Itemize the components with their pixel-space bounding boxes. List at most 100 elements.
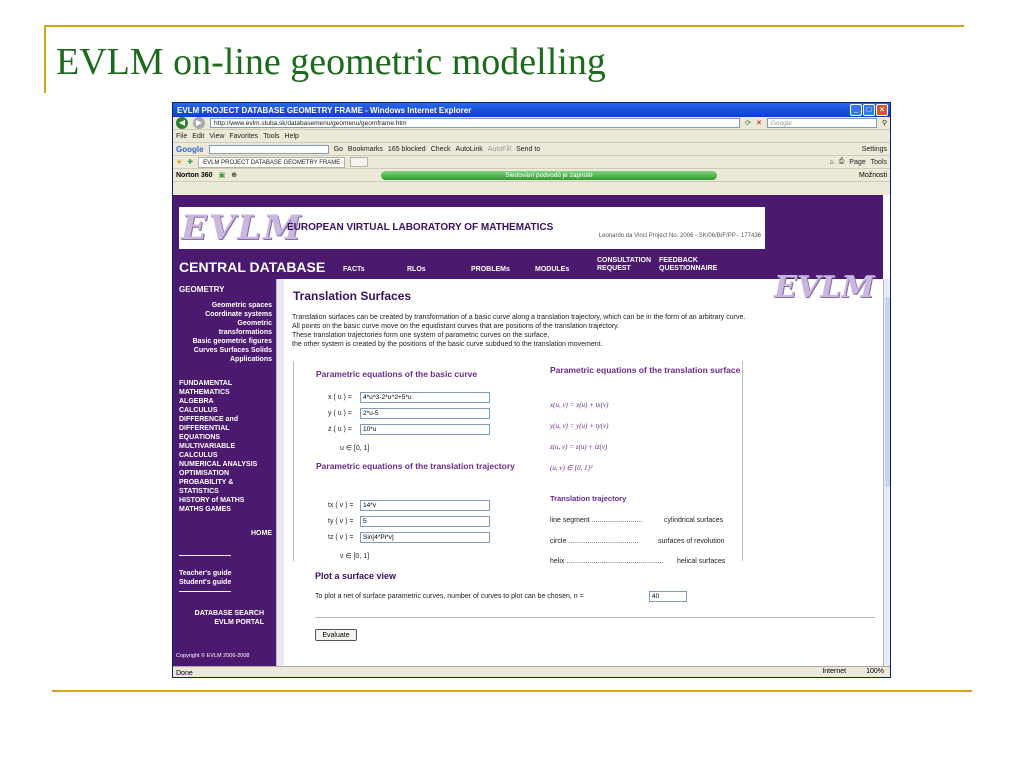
google-toolbar: Google Go Bookmarks 165 blocked Check Au…: [173, 143, 890, 156]
google-settings[interactable]: Settings: [862, 146, 887, 153]
evlm-logo-small: EVLM: [774, 270, 875, 305]
status-bar: Done Internet 100%: [173, 666, 890, 677]
menu-file[interactable]: File: [176, 133, 187, 140]
sidebar-item-geometric-spaces[interactable]: Geometric spaces: [212, 301, 272, 310]
back-icon[interactable]: ◀: [176, 117, 188, 129]
norton-label[interactable]: Norton 360: [176, 172, 213, 179]
students-guide-link[interactable]: Student's guide: [179, 578, 231, 587]
sidebar-item-algebra[interactable]: ALGEBRA: [179, 397, 214, 406]
google-go[interactable]: Go: [334, 146, 343, 153]
sidebar-item-coordinate-systems[interactable]: Coordinate systems: [205, 310, 272, 319]
evaluate-button[interactable]: Evaluate: [315, 629, 357, 641]
traj-row-right: cylindrical surfaces: [664, 517, 724, 524]
refresh-icon[interactable]: ⟳: [745, 119, 751, 127]
sidebar-item-multivariable[interactable]: MULTIVARIABLE CALCULUS: [179, 442, 249, 460]
stop-icon[interactable]: ✕: [756, 119, 762, 127]
maximize-button[interactable]: □: [863, 104, 875, 116]
menu-favorites[interactable]: Favorites: [229, 133, 258, 140]
evlm-logo[interactable]: EVLM: [181, 209, 301, 247]
google-search-input[interactable]: [208, 144, 329, 154]
google-blocked[interactable]: 165 blocked: [388, 146, 426, 153]
sidebar-item-history[interactable]: HISTORY of MATHS: [179, 496, 244, 505]
x-input[interactable]: 4*u^3-2*u^2+5*u: [360, 392, 490, 403]
print-icon[interactable]: ⎙: [839, 158, 845, 166]
google-logo[interactable]: Google: [176, 145, 204, 154]
menu-tools[interactable]: Tools: [263, 133, 279, 140]
nav-rlos[interactable]: RLOs: [407, 257, 471, 273]
sidebar-item-basic-figures[interactable]: Basic geometric figures: [193, 337, 272, 346]
search-input[interactable]: Google: [766, 118, 877, 128]
top-rule: [44, 25, 964, 27]
norton-status[interactable]: Sledování podvodů je zapnuté: [381, 171, 717, 180]
database-search-link[interactable]: DATABASE SEARCH: [195, 609, 264, 618]
teachers-guide-link[interactable]: Teacher's guide: [179, 569, 232, 578]
window-titlebar[interactable]: EVLM PROJECT DATABASE GEOMETRY FRAME - W…: [173, 103, 890, 117]
plot-description: To plot a net of surface parametric curv…: [315, 593, 584, 600]
nav-feedback[interactable]: FEEDBACK QUESTIONNAIRE: [659, 257, 733, 273]
scroll-thumb[interactable]: [885, 297, 890, 487]
sidebar-item-applications[interactable]: Applications: [230, 355, 272, 364]
sidebar-title[interactable]: GEOMETRY: [179, 285, 224, 294]
norton-options[interactable]: Možnosti: [859, 172, 887, 179]
sidebar: GEOMETRY Geometric spaces Coordinate sys…: [173, 279, 276, 666]
globe-icon[interactable]: ⊕: [231, 171, 237, 179]
menu-edit[interactable]: Edit: [192, 133, 204, 140]
google-autolink[interactable]: AutoLink: [456, 146, 483, 153]
z-label: z ( u ) =: [328, 426, 352, 433]
tab-evlm[interactable]: EVLM PROJECT DATABASE GEOMETRY FRAME: [198, 156, 346, 168]
y-input[interactable]: 2*u-5: [360, 408, 490, 419]
site-nav: FACTs RLOs PROBLEMs MODULEs CONSULTATION…: [343, 257, 733, 273]
copyright: Copyright © EVLM 2006-2008: [176, 653, 250, 659]
new-tab-button[interactable]: [350, 157, 369, 167]
forward-icon[interactable]: ▶: [193, 117, 205, 129]
minimize-button[interactable]: _: [850, 104, 862, 116]
sidebar-item-calculus[interactable]: CALCULUS: [179, 406, 218, 415]
tx-input[interactable]: 14*v: [360, 500, 490, 511]
central-database-title: CENTRAL DATABASE: [179, 259, 326, 275]
sidebar-item-games[interactable]: MATHS GAMES: [179, 505, 231, 514]
tz-input[interactable]: Sin[4*Pi*v]: [360, 532, 490, 543]
google-check[interactable]: Check: [431, 146, 451, 153]
menu-view[interactable]: View: [209, 133, 224, 140]
home-icon[interactable]: ⌂: [829, 159, 833, 166]
slide-title: EVLM on-line geometric modelling: [56, 41, 606, 83]
banner-subtitle: Leonardo da Vinci Project No. 2006 - SK/…: [598, 233, 761, 239]
google-sendto[interactable]: Send to: [516, 146, 540, 153]
sidebar-item-differential[interactable]: DIFFERENCE and DIFFERENTIAL EQUATIONS: [179, 415, 257, 442]
z-input[interactable]: 10*u: [360, 424, 490, 435]
u-range: u ∈ [0, 1]: [340, 445, 370, 452]
sidebar-item-transformations[interactable]: Geometric transformations: [198, 319, 272, 337]
favorites-star-icon[interactable]: ★: [176, 158, 182, 166]
nav-facts[interactable]: FACTs: [343, 257, 407, 273]
menu-help[interactable]: Help: [285, 133, 299, 140]
nav-consultation[interactable]: CONSULTATION REQUEST: [597, 257, 659, 273]
nav-modules[interactable]: MODULEs: [535, 257, 597, 273]
sidebar-item-numerical[interactable]: NUMERICAL ANALYSIS: [179, 460, 257, 469]
v-range: v ∈ [0, 1]: [340, 553, 370, 560]
google-autofill[interactable]: AutoFill: [488, 146, 511, 153]
ty-input[interactable]: 5: [360, 516, 490, 527]
add-favorites-icon[interactable]: ✚: [187, 158, 193, 166]
search-icon[interactable]: ⚲: [882, 119, 887, 127]
surface-title: Parametric equations of the translation …: [550, 365, 741, 375]
google-bookmarks[interactable]: Bookmarks: [348, 146, 383, 153]
close-button[interactable]: ×: [876, 104, 888, 116]
url-input[interactable]: http://www.evlm.stuba.sk/databasemenu/ge…: [210, 118, 741, 128]
evlm-portal-link[interactable]: EVLM PORTAL: [214, 618, 264, 627]
sidebar-scrollbar[interactable]: [276, 279, 284, 666]
page-menu[interactable]: Page: [849, 159, 865, 166]
y-label: y ( u ) =: [328, 410, 352, 417]
sidebar-item-probability[interactable]: PROBABILITY & STATISTICS: [179, 478, 243, 496]
traj-row-left: line segment ..........................: [550, 517, 643, 524]
sidebar-item-optimisation[interactable]: OPTIMISATION: [179, 469, 229, 478]
sidebar-item-curves[interactable]: Curves Surfaces Solids: [194, 346, 272, 355]
sidebar-item-fundamental[interactable]: FUNDAMENTAL MATHEMATICS: [179, 379, 259, 397]
zoom-level[interactable]: 100%: [866, 668, 884, 675]
nav-problems[interactable]: PROBLEMs: [471, 257, 535, 273]
main-scrollbar[interactable]: [883, 279, 890, 666]
slide: EVLM on-line geometric modelling EVLM PR…: [0, 0, 1024, 768]
n-curves-input[interactable]: 40: [649, 591, 687, 602]
norton-icon[interactable]: ▣: [219, 171, 226, 179]
tools-menu[interactable]: Tools: [871, 159, 887, 166]
sidebar-home[interactable]: HOME: [251, 529, 272, 538]
